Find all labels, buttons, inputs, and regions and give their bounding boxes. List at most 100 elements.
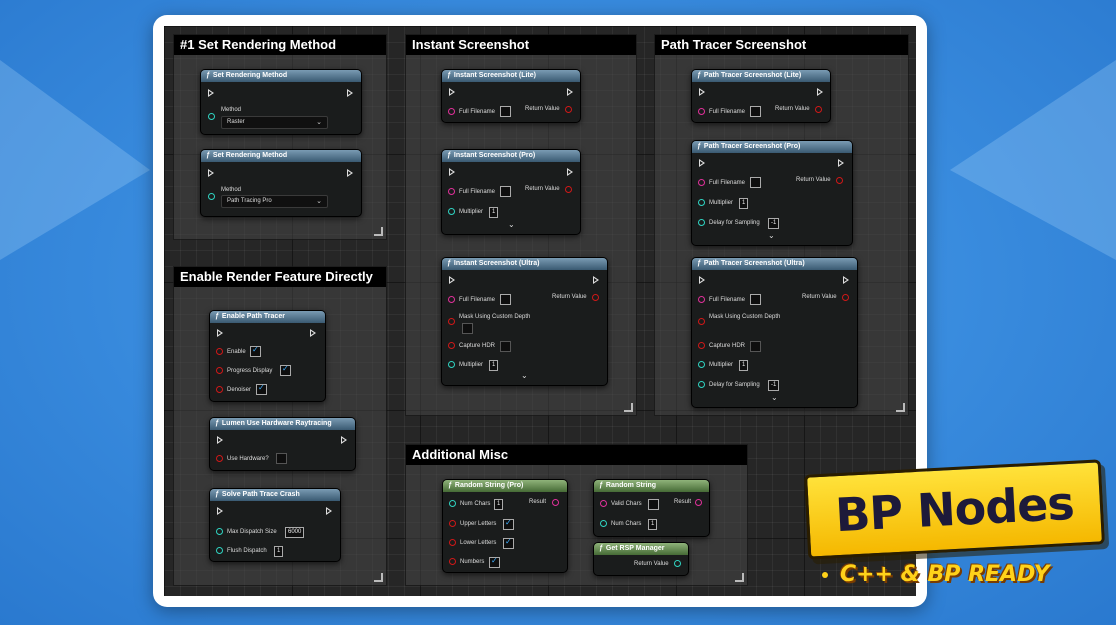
node-path-tracer-screenshot-lite[interactable]: ƒ Path Tracer Screenshot (Lite) Full File… xyxy=(691,69,831,123)
node-path-tracer-screenshot-pro[interactable]: ƒ Path Tracer Screenshot (Pro) Full Filen… xyxy=(691,140,853,246)
return-value-pin-icon[interactable] xyxy=(592,294,599,301)
return-value-pin-icon[interactable] xyxy=(836,177,843,184)
capture-hdr-checkbox[interactable] xyxy=(750,341,761,352)
return-value-pin-icon[interactable] xyxy=(565,106,572,113)
num-chars-pin-icon[interactable] xyxy=(600,520,607,527)
delay-sampling-pin-icon[interactable] xyxy=(698,381,705,388)
numbers-pin-icon[interactable] xyxy=(449,558,456,565)
full-filename-pin-icon[interactable] xyxy=(698,108,705,115)
node-instant-screenshot-lite[interactable]: ƒ Instant Screenshot (Lite) Full Filename… xyxy=(441,69,581,123)
enable-pin-icon[interactable] xyxy=(216,348,223,355)
exec-out-pin-icon[interactable] xyxy=(567,168,573,176)
num-chars-pin-icon[interactable] xyxy=(449,500,456,507)
method-dropdown[interactable]: Raster ⌄ xyxy=(221,116,328,129)
method-pin-icon[interactable] xyxy=(208,113,215,120)
expand-arrow-icon[interactable]: ⌄ xyxy=(771,393,778,402)
node-random-string[interactable]: ƒ Random String Valid Chars Result Num Ch… xyxy=(593,479,710,537)
exec-out-pin-icon[interactable] xyxy=(341,436,347,444)
multiplier-pin-icon[interactable] xyxy=(448,361,455,368)
full-filename-pin-icon[interactable] xyxy=(698,296,705,303)
resize-handle[interactable] xyxy=(896,403,905,412)
denoiser-checkbox[interactable] xyxy=(256,383,267,395)
resize-handle[interactable] xyxy=(374,573,383,582)
full-filename-pin-icon[interactable] xyxy=(698,179,705,186)
exec-in-pin-icon[interactable] xyxy=(449,168,455,176)
full-filename-pin-icon[interactable] xyxy=(448,188,455,195)
mask-depth-pin-icon[interactable] xyxy=(448,318,455,325)
use-hardware-pin-icon[interactable] xyxy=(216,455,223,462)
full-filename-checkbox[interactable] xyxy=(500,294,511,305)
node-solve-path-trace-crash[interactable]: ƒ Solve Path Trace Crash Max Dispatch Siz… xyxy=(209,488,341,562)
return-value-pin-icon[interactable] xyxy=(565,186,572,193)
numbers-checkbox[interactable] xyxy=(489,556,500,568)
exec-in-pin-icon[interactable] xyxy=(699,159,705,167)
max-dispatch-input[interactable]: 6000 xyxy=(285,527,305,538)
multiplier-input[interactable]: 1 xyxy=(739,198,749,209)
node-instant-screenshot-pro[interactable]: ƒ Instant Screenshot (Pro) Full Filename … xyxy=(441,149,581,235)
exec-in-pin-icon[interactable] xyxy=(217,436,223,444)
full-filename-checkbox[interactable] xyxy=(750,177,761,188)
exec-out-pin-icon[interactable] xyxy=(838,159,844,167)
exec-out-pin-icon[interactable] xyxy=(843,276,849,284)
return-value-pin-icon[interactable] xyxy=(842,294,849,301)
capture-hdr-pin-icon[interactable] xyxy=(448,342,455,349)
max-dispatch-pin-icon[interactable] xyxy=(216,528,223,535)
flush-dispatch-pin-icon[interactable] xyxy=(216,547,223,554)
enable-checkbox[interactable] xyxy=(250,345,261,357)
delay-sampling-pin-icon[interactable] xyxy=(698,219,705,226)
node-instant-screenshot-ultra[interactable]: ƒ Instant Screenshot (Ultra) Full Filenam… xyxy=(441,257,608,386)
exec-in-pin-icon[interactable] xyxy=(217,329,223,337)
result-pin-icon[interactable] xyxy=(552,499,559,506)
exec-in-pin-icon[interactable] xyxy=(217,507,223,515)
resize-handle[interactable] xyxy=(624,403,633,412)
node-get-rsp-manager[interactable]: ƒ Get RSP Manager Return Value xyxy=(593,542,689,576)
expand-arrow-icon[interactable]: ⌄ xyxy=(508,220,515,229)
exec-in-pin-icon[interactable] xyxy=(699,276,705,284)
blueprint-graph[interactable]: #1 Set Rendering Method ƒ Set Rendering M… xyxy=(164,26,916,596)
exec-in-pin-icon[interactable] xyxy=(208,89,214,97)
capture-hdr-checkbox[interactable] xyxy=(500,341,511,352)
multiplier-pin-icon[interactable] xyxy=(698,199,705,206)
return-value-pin-icon[interactable] xyxy=(815,106,822,113)
mask-depth-checkbox[interactable] xyxy=(462,323,473,334)
node-set-rendering-method[interactable]: ƒ Set Rendering Method Method Raster ⌄ xyxy=(200,69,362,135)
exec-out-pin-icon[interactable] xyxy=(567,88,573,96)
node-enable-path-tracer[interactable]: ƒEnable Path Tracer Enable Progress Disp… xyxy=(209,310,326,402)
valid-chars-input[interactable] xyxy=(648,499,659,510)
capture-hdr-pin-icon[interactable] xyxy=(698,342,705,349)
full-filename-pin-icon[interactable] xyxy=(448,296,455,303)
method-pin-icon[interactable] xyxy=(208,193,215,200)
exec-out-pin-icon[interactable] xyxy=(593,276,599,284)
num-chars-input[interactable]: 1 xyxy=(648,519,658,530)
upper-letters-pin-icon[interactable] xyxy=(449,520,456,527)
node-random-string-pro[interactable]: ƒ Random String (Pro) Num Chars 1 Result … xyxy=(442,479,568,573)
exec-in-pin-icon[interactable] xyxy=(449,276,455,284)
num-chars-input[interactable]: 1 xyxy=(494,499,504,510)
delay-sampling-input[interactable]: -1 xyxy=(768,218,780,229)
exec-out-pin-icon[interactable] xyxy=(347,89,353,97)
full-filename-pin-icon[interactable] xyxy=(448,108,455,115)
exec-out-pin-icon[interactable] xyxy=(310,329,316,337)
multiplier-input[interactable]: 1 xyxy=(489,360,499,371)
expand-arrow-icon[interactable]: ⌄ xyxy=(521,371,528,380)
upper-letters-checkbox[interactable] xyxy=(503,518,514,530)
flush-dispatch-input[interactable]: 1 xyxy=(274,546,284,557)
valid-chars-pin-icon[interactable] xyxy=(600,500,607,507)
method-dropdown[interactable]: Path Tracing Pro ⌄ xyxy=(221,195,328,208)
multiplier-pin-icon[interactable] xyxy=(698,361,705,368)
full-filename-checkbox[interactable] xyxy=(750,106,761,117)
lower-letters-checkbox[interactable] xyxy=(503,537,514,549)
exec-out-pin-icon[interactable] xyxy=(326,507,332,515)
exec-in-pin-icon[interactable] xyxy=(699,88,705,96)
resize-handle[interactable] xyxy=(374,227,383,236)
full-filename-checkbox[interactable] xyxy=(750,294,761,305)
multiplier-input[interactable]: 1 xyxy=(489,207,499,218)
resize-handle[interactable] xyxy=(735,573,744,582)
lower-letters-pin-icon[interactable] xyxy=(449,539,456,546)
use-hardware-checkbox[interactable] xyxy=(276,453,287,464)
exec-out-pin-icon[interactable] xyxy=(817,88,823,96)
mask-depth-pin-icon[interactable] xyxy=(698,318,705,325)
progress-display-pin-icon[interactable] xyxy=(216,367,223,374)
multiplier-pin-icon[interactable] xyxy=(448,208,455,215)
return-value-pin-icon[interactable] xyxy=(674,560,681,567)
